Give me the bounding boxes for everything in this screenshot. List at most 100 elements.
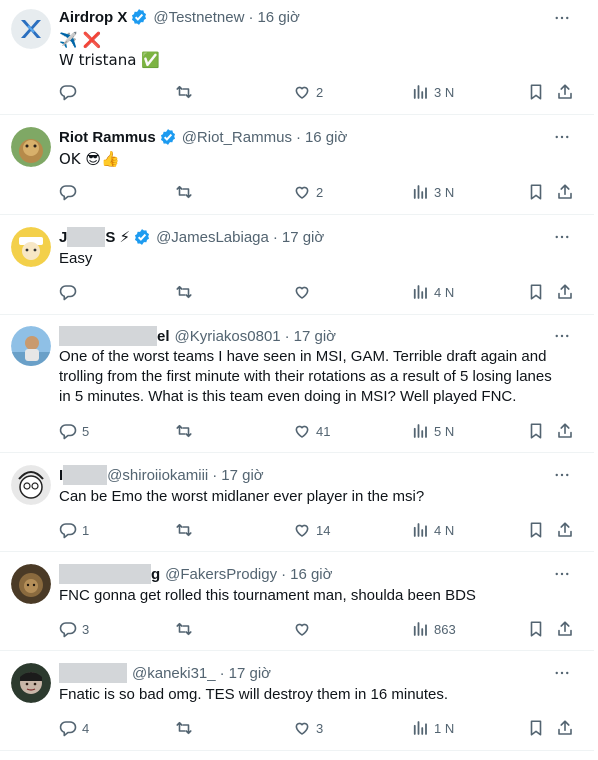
handle[interactable]: @Riot_Rammus [182,129,292,146]
display-name-suffix[interactable]: el [157,328,170,345]
more-icon[interactable] [552,663,572,683]
share-button[interactable] [556,718,574,738]
like-button[interactable]: 2 [293,182,323,202]
retweet-button[interactable] [175,182,198,202]
avatar[interactable] [11,326,51,366]
separator-dot: · [295,128,301,146]
more-icon[interactable] [552,564,572,584]
views-button[interactable]: 3 N [411,82,454,102]
handle[interactable]: @FakersProdigy [165,566,277,583]
display-name-suffix[interactable]: S ⚡ [105,228,130,246]
views-button[interactable]: 4 N [411,282,454,302]
retweet-button[interactable] [175,421,198,441]
avatar[interactable] [11,9,51,49]
retweet-button[interactable] [175,619,198,639]
redacted-name [59,663,127,683]
bookmark-button[interactable] [527,520,545,540]
reply-button[interactable]: 3 [59,619,89,639]
timestamp[interactable]: 17 giờ [221,467,263,484]
bookmark-button[interactable] [527,421,545,441]
share-button[interactable] [556,282,574,302]
views-icon [411,620,429,638]
tweet[interactable]: Airdrop X @Testnetnew · 16 giờ ✈️ ❌ W tr… [0,0,594,115]
timestamp[interactable]: 16 giờ [305,129,347,146]
share-button[interactable] [556,619,574,639]
like-button[interactable]: 3 [293,718,323,738]
display-name[interactable]: Airdrop X [59,9,127,26]
like-button[interactable]: 41 [293,421,330,441]
avatar[interactable] [11,564,51,604]
reply-button[interactable]: 1 [59,520,89,540]
views-count: 3 N [434,84,455,100]
views-button[interactable]: 4 N [411,520,454,540]
display-name-suffix[interactable]: g [151,566,160,583]
like-button[interactable]: 14 [293,520,330,540]
like-button[interactable] [293,619,316,639]
views-button[interactable]: 5 N [411,421,454,441]
avatar[interactable] [11,465,51,505]
more-icon[interactable] [552,227,572,247]
more-icon[interactable] [552,465,572,485]
bookmark-button[interactable] [527,282,545,302]
reply-button[interactable] [59,182,82,202]
reply-button[interactable]: 5 [59,421,89,441]
more-icon[interactable] [552,127,572,147]
tweet-text: Easy [59,249,579,269]
more-icon[interactable] [552,326,572,346]
retweet-button[interactable] [175,82,198,102]
tweet[interactable]: J S ⚡ @JamesLabiaga · 17 giờ Easy 4 N [0,215,594,315]
timestamp[interactable]: 17 giờ [229,665,271,682]
views-icon [411,283,429,301]
tweet-line: W tristana ✅ [59,51,160,69]
action-bar: 1 14 4 N [59,520,579,540]
handle[interactable]: @shiroiiokamiii [107,467,208,484]
reply-button[interactable] [59,82,82,102]
action-bar: 4 3 1 N [59,718,579,738]
display-name[interactable]: Riot Rammus [59,129,156,146]
handle[interactable]: @Kyriakos0801 [175,328,281,345]
handle[interactable]: @Testnetnew [153,9,244,26]
tweet-header: g @FakersProdigy · 16 giờ [59,564,332,584]
like-button[interactable] [293,282,316,302]
tweet[interactable]: g @FakersProdigy · 16 giờ FNC gonna get … [0,552,594,651]
more-icon[interactable] [552,8,572,28]
reply-button[interactable] [59,282,82,302]
tweet[interactable]: Riot Rammus @Riot_Rammus · 16 giờ OK 😎👍 … [0,115,594,215]
share-button[interactable] [556,421,574,441]
bookmark-button[interactable] [527,718,545,738]
like-count: 2 [316,184,324,200]
timestamp[interactable]: 17 giờ [294,328,336,345]
timestamp[interactable]: 16 giờ [257,9,299,26]
bookmark-button[interactable] [527,82,545,102]
retweet-button[interactable] [175,282,198,302]
retweet-icon [175,283,193,301]
avatar[interactable] [11,663,51,703]
views-button[interactable]: 863 [411,619,456,639]
tweet[interactable]: @kaneki31_ · 17 giờ Fnatic is so bad omg… [0,651,594,751]
retweet-button[interactable] [175,520,198,540]
avatar[interactable] [11,227,51,267]
share-button[interactable] [556,82,574,102]
views-button[interactable]: 3 N [411,182,454,202]
tweet-text: FNC gonna get rolled this tournament man… [59,586,579,606]
display-name-prefix[interactable]: J [59,229,67,246]
reply-count: 4 [82,720,90,736]
bookmark-button[interactable] [527,619,545,639]
views-button[interactable]: 1 N [411,718,454,738]
bookmark-button[interactable] [527,182,545,202]
tweet-header: I @shiroiiokamiii · 17 giờ [59,465,264,485]
retweet-button[interactable] [175,718,198,738]
separator-dot: · [272,228,278,246]
handle[interactable]: @JamesLabiaga [156,229,269,246]
timestamp[interactable]: 16 giờ [290,566,332,583]
reply-button[interactable]: 4 [59,718,89,738]
like-button[interactable]: 2 [293,82,323,102]
share-button[interactable] [556,182,574,202]
share-button[interactable] [556,520,574,540]
handle[interactable]: @kaneki31_ [132,665,216,682]
tweet[interactable]: I @shiroiiokamiii · 17 giờ Can be Emo th… [0,453,594,552]
timestamp[interactable]: 17 giờ [282,229,324,246]
tweet[interactable]: el @Kyriakos0801 · 17 giờ One of the wor… [0,315,594,453]
like-icon [293,83,311,101]
avatar[interactable] [11,127,51,167]
